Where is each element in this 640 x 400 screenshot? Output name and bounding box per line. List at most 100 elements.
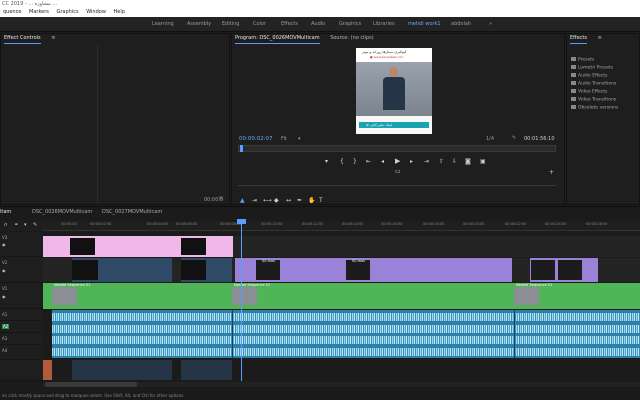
wrench-icon[interactable]: ✎ xyxy=(512,135,516,141)
timeline-ruler[interactable]: 00:00:00 00:00:02:00 00:00:04:00 00:00:0… xyxy=(43,221,640,231)
tab-sequence-2[interactable]: DSC_0027MOVMulticam xyxy=(102,209,162,215)
effects-item-audio-transitions[interactable]: Audio Transitions xyxy=(571,81,616,86)
effects-item-presets[interactable]: Presets xyxy=(571,57,594,62)
effects-menu-icon[interactable]: ≡ xyxy=(598,34,602,43)
a5-clip[interactable] xyxy=(181,360,232,380)
timeline-playhead[interactable] xyxy=(241,221,242,381)
status-text: an click mostly space and drag to marque… xyxy=(2,393,185,398)
eye-icon[interactable]: ◉ xyxy=(2,243,6,247)
safe-margins-icon[interactable]: ▭ xyxy=(395,169,401,175)
mark-out-icon[interactable]: } xyxy=(353,159,357,165)
extract-icon[interactable]: ⇩ xyxy=(452,159,457,165)
go-to-in-icon[interactable]: ⇤ xyxy=(366,159,371,165)
type-tool-icon[interactable]: T xyxy=(319,198,323,204)
track-header-a3[interactable]: A3 xyxy=(0,333,43,345)
camera-icon[interactable]: ◙ xyxy=(465,159,471,165)
tab-effects[interactable]: Effects xyxy=(570,34,587,44)
workspace-abdolah[interactable]: abdolah xyxy=(451,21,471,27)
effects-item-audio-effects[interactable]: Audio Effects xyxy=(571,73,608,78)
track-header-a1[interactable]: A1 xyxy=(0,309,43,321)
v2-clip-thumbnail xyxy=(72,260,98,280)
tab-effect-controls[interactable]: Effect Controls xyxy=(4,34,41,44)
pen-tool-icon[interactable]: ✒ xyxy=(297,198,302,204)
add-marker-icon[interactable]: ▾ xyxy=(325,159,328,165)
timeline-scrollbar-thumb[interactable] xyxy=(45,382,137,387)
menu-sequence[interactable]: quence xyxy=(3,8,21,17)
track-header-v2[interactable]: V2 ◉ xyxy=(0,257,43,283)
track-header-a2[interactable]: A2 xyxy=(0,321,43,333)
v2-clip-label: 00.mov xyxy=(352,259,366,263)
menu-help[interactable]: Help xyxy=(114,8,125,17)
effects-item-lumetri-presets[interactable]: Lumetri Presets xyxy=(571,65,613,70)
workspace-audio[interactable]: Audio xyxy=(311,21,325,27)
v1-clip-label: Nested Sequence 01 xyxy=(234,283,271,287)
hand-tool-icon[interactable]: ✋ xyxy=(308,198,315,204)
ruler-label: 00:00:14:00 xyxy=(342,222,364,226)
slip-tool-icon[interactable]: ↔ xyxy=(286,198,291,204)
audio-waveform-a1[interactable] xyxy=(52,313,640,321)
program-playhead[interactable] xyxy=(240,145,243,152)
workspace-mehdi-work1[interactable]: mehdi work1 xyxy=(408,21,441,27)
resolution-select[interactable]: 1/4 xyxy=(486,136,494,142)
video-banner-subtext: ● www.kanaalsat.com xyxy=(370,55,404,59)
workspace-overflow-icon[interactable]: » xyxy=(489,21,492,27)
ruler-label: 00:00:10:00 xyxy=(261,222,283,226)
effects-item-video-transitions[interactable]: Video Transitions xyxy=(571,97,616,102)
play-icon[interactable]: ▶ xyxy=(395,158,400,165)
lift-icon[interactable]: ⇧ xyxy=(439,159,444,165)
snap-icon[interactable]: ∩ xyxy=(4,223,8,228)
zoom-chevron-down-icon[interactable]: ▾ xyxy=(298,136,301,142)
step-back-icon[interactable]: ◂ xyxy=(381,159,384,165)
workspace-learning[interactable]: Learning xyxy=(152,21,174,27)
tab-timeline[interactable]: ltam xyxy=(0,209,11,215)
mark-in-icon[interactable]: { xyxy=(340,159,344,165)
workspace-graphics[interactable]: Graphics xyxy=(339,21,361,27)
program-monitor-header: Program: DSC_0026MOVMulticam Source: (no… xyxy=(232,34,380,44)
eye-icon[interactable]: ◉ xyxy=(2,295,6,299)
marker-icon[interactable]: ▾ xyxy=(24,223,27,228)
button-editor-plus-icon[interactable]: + xyxy=(549,170,554,176)
ripple-edit-tool-icon[interactable]: ⟷ xyxy=(263,198,272,204)
track-select-tool-icon[interactable]: ⇥ xyxy=(252,198,257,204)
workspace-libraries[interactable]: Libraries xyxy=(373,21,395,27)
export-frame-icon[interactable]: ⇱ xyxy=(219,196,223,202)
track-header-v3[interactable]: V3 ◉ xyxy=(0,232,43,257)
program-scrubber[interactable] xyxy=(238,145,556,152)
go-to-out-icon[interactable]: ⇥ xyxy=(424,159,429,165)
folder-icon xyxy=(571,57,576,61)
audio-waveform-a4[interactable] xyxy=(52,348,640,356)
a5-clip[interactable] xyxy=(72,360,172,380)
settings-wrench-icon[interactable]: ✎ xyxy=(33,223,37,228)
workspace-color[interactable]: Color xyxy=(253,21,266,27)
panel-menu-icon[interactable]: ≡ xyxy=(51,34,55,43)
selection-tool-icon[interactable]: ▲ xyxy=(240,198,245,204)
track-header-v1[interactable]: V1 ◉ xyxy=(0,283,43,309)
effects-panel: Effects ≡ Presets Lumetri Presets Audio … xyxy=(566,33,640,205)
program-current-timecode[interactable]: 00:00:02:07 xyxy=(239,136,273,142)
workspace-editing[interactable]: Editing xyxy=(222,21,239,27)
effects-item-video-effects[interactable]: Video Effects xyxy=(571,89,607,94)
linked-selection-icon[interactable]: ⚭ xyxy=(14,223,18,228)
track-header-a4[interactable]: A4 xyxy=(0,345,43,360)
a5-clip[interactable] xyxy=(43,360,52,380)
v1-clip-label: Nested Sequence 01 xyxy=(516,283,553,287)
video-footer-text: @ استاد عباس آقایی xyxy=(366,123,393,127)
workspace-assembly[interactable]: Assembly xyxy=(187,21,211,27)
menu-graphics[interactable]: Graphics xyxy=(57,8,79,17)
audio-waveform-a3[interactable] xyxy=(52,336,640,344)
audio-waveform-a2[interactable] xyxy=(52,325,640,333)
razor-tool-icon[interactable]: ◆ xyxy=(274,198,279,204)
track-label-a1: A1 xyxy=(2,312,8,317)
workspace-effects[interactable]: Effects xyxy=(281,21,298,27)
effects-item-obsolete[interactable]: Obsolete versions xyxy=(571,105,618,110)
menu-window[interactable]: Window xyxy=(86,8,106,17)
multicam-icon[interactable]: ▣ xyxy=(480,159,486,165)
tab-sequence-1[interactable]: DSC_0026MOVMulticam xyxy=(32,209,92,215)
v3-clip[interactable] xyxy=(43,236,171,257)
menu-markers[interactable]: Markers xyxy=(29,8,49,17)
eye-icon[interactable]: ◉ xyxy=(2,269,6,273)
tab-program[interactable]: Program: DSC_0026MOVMulticam xyxy=(235,34,320,44)
zoom-fit-select[interactable]: Fit xyxy=(281,136,287,142)
step-forward-icon[interactable]: ▸ xyxy=(410,159,413,165)
tab-source[interactable]: Source: (no clips) xyxy=(330,34,373,43)
